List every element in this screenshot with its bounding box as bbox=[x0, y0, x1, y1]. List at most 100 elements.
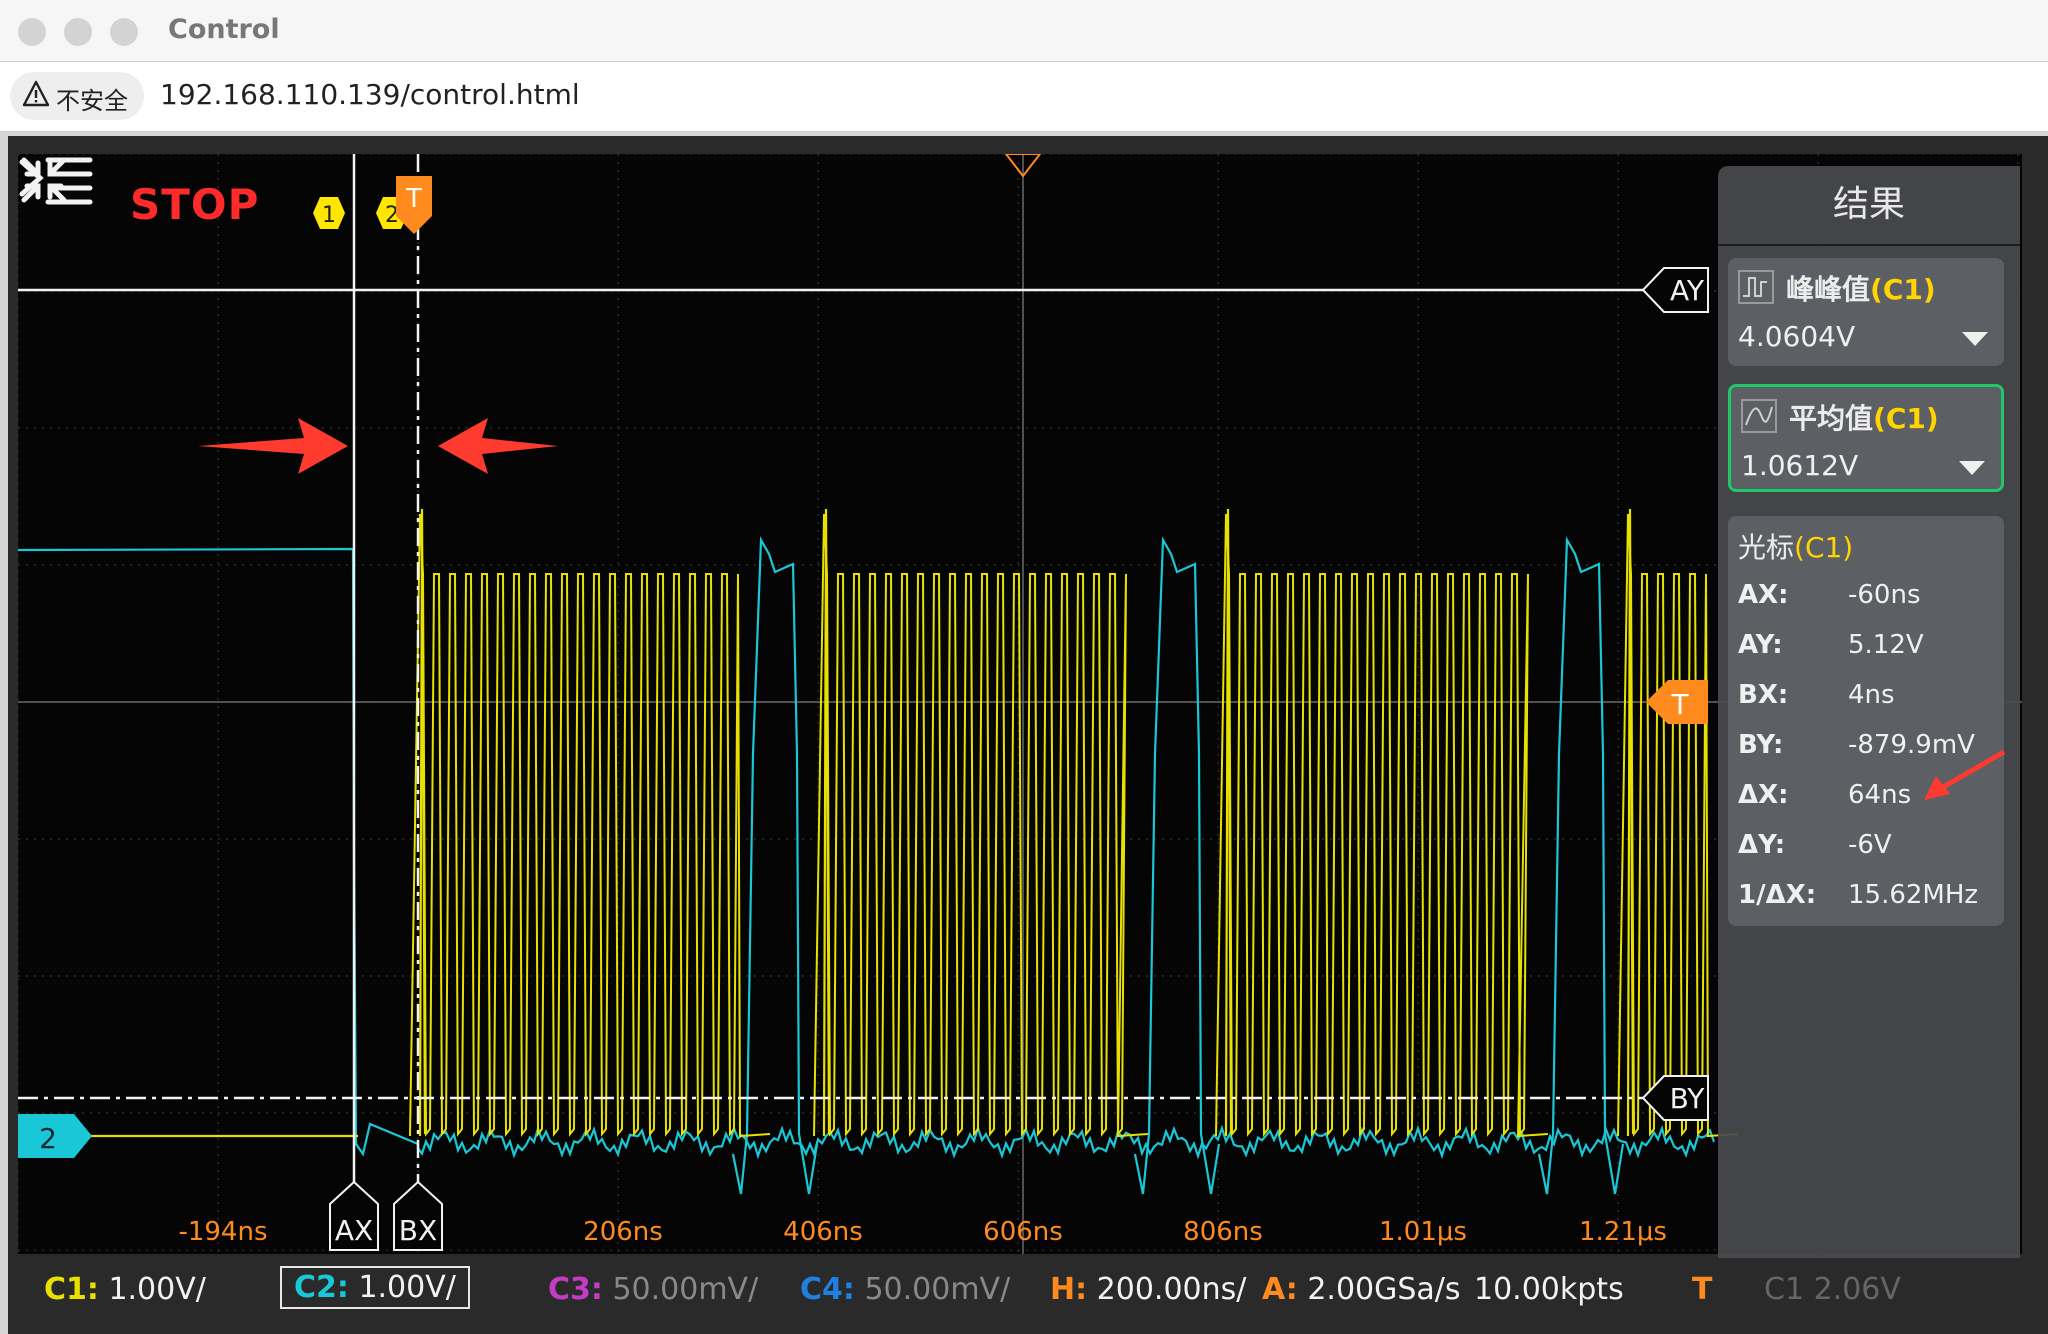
ch4-scale[interactable]: C4: 50.00mV/ bbox=[800, 1272, 1010, 1307]
annotation-arrow-icon bbox=[1924, 749, 2006, 800]
cursor-value: 5.12V bbox=[1848, 630, 1924, 660]
cursor-title: 光标(C1) bbox=[1738, 526, 1853, 566]
run-status-label[interactable]: STOP bbox=[130, 180, 259, 229]
cursor-channel: (C1) bbox=[1794, 531, 1854, 564]
horizontal-scale[interactable]: H: 200.00ns/ bbox=[1050, 1272, 1246, 1307]
channel-1-burst bbox=[409, 513, 771, 1138]
waveform-screen[interactable]: AX BX AY BY T 2 1 2 T -194ns 206ns 406ns 606ns 806ns 1… bbox=[18, 154, 2022, 1284]
time-tick-label: -194ns bbox=[178, 1217, 267, 1247]
measure-value: 4.0604V bbox=[1738, 320, 1856, 353]
cursor-ax-tag: AX bbox=[335, 1214, 373, 1247]
measure-channel: (C1) bbox=[1870, 273, 1936, 306]
trigger-level-tag: T bbox=[1670, 688, 1689, 721]
time-tick-label: 806ns bbox=[1183, 1217, 1263, 1247]
horizontal-key: H: bbox=[1050, 1272, 1088, 1307]
minimize-window-button[interactable] bbox=[64, 18, 92, 46]
results-panel: 结果 峰峰值(C1) 4.0604V 平均值(C1) 1.0612V 光标(C1… bbox=[1718, 166, 2020, 1284]
chevron-down-icon[interactable] bbox=[1959, 461, 1985, 475]
horizontal-value: 200.00ns/ bbox=[1096, 1272, 1247, 1307]
ch3-key: C3: bbox=[548, 1272, 603, 1307]
cursor-value: -6V bbox=[1848, 830, 1892, 860]
ch1-key: C1: bbox=[44, 1272, 99, 1307]
channel-1-spike bbox=[418, 508, 427, 1137]
channel-2-ground-tag: 2 bbox=[39, 1122, 57, 1155]
menu-expand-icon[interactable] bbox=[18, 154, 94, 208]
cursor-value: 15.62MHz bbox=[1848, 880, 1979, 910]
measure-card-average[interactable]: 平均值(C1) 1.0612V bbox=[1728, 384, 2004, 492]
close-window-button[interactable] bbox=[18, 18, 46, 46]
measure-card-peak-to-peak[interactable]: 峰峰值(C1) 4.0604V bbox=[1728, 258, 2004, 366]
ch2-value: 1.00V/ bbox=[358, 1270, 456, 1305]
cursor-key: 1/ΔX: bbox=[1738, 880, 1817, 910]
time-tick-label: 206ns bbox=[583, 1217, 663, 1247]
acquisition-value: 2.00GSa/s bbox=[1307, 1272, 1461, 1307]
zoom-window-button[interactable] bbox=[110, 18, 138, 46]
cursor-row-ay: AY: 5.12V bbox=[1738, 630, 1998, 670]
security-warning-pill[interactable]: 不安全 bbox=[10, 72, 144, 120]
ch4-value: 50.00mV/ bbox=[864, 1272, 1011, 1307]
channel-2-spike bbox=[731, 536, 819, 1195]
ch1-value: 1.00V/ bbox=[108, 1272, 206, 1307]
channel-1-spike bbox=[822, 508, 831, 1137]
ch3-value: 50.00mV/ bbox=[612, 1272, 759, 1307]
cursor-key: ΔY: bbox=[1738, 830, 1786, 860]
measure-label-main: 峰峰值 bbox=[1786, 273, 1871, 306]
average-icon bbox=[1741, 399, 1777, 433]
oscilloscope-panel: AX BX AY BY T 2 1 2 T -194ns 206ns 406ns 606ns 806ns 1… bbox=[8, 136, 2048, 1334]
time-tick-label: 606ns bbox=[983, 1217, 1063, 1247]
cursor-by-tag: BY bbox=[1670, 1082, 1706, 1115]
acquisition-rate[interactable]: A: 2.00GSa/s bbox=[1262, 1272, 1461, 1307]
cursor-ay-tag: AY bbox=[1670, 274, 1705, 307]
cursor-bx-tag: BX bbox=[399, 1214, 437, 1247]
cursor-value: 4ns bbox=[1848, 680, 1895, 710]
channel-1-burst bbox=[1215, 513, 1549, 1138]
cursor-row-dy: ΔY: -6V bbox=[1738, 830, 1998, 870]
window-title: Control bbox=[168, 14, 280, 45]
time-tick-label: 406ns bbox=[783, 1217, 863, 1247]
results-title: 结果 bbox=[1718, 166, 2020, 246]
cursor-row-bx: BX: 4ns bbox=[1738, 680, 1998, 720]
warning-triangle-icon bbox=[22, 80, 50, 107]
cursor-value: -60ns bbox=[1848, 580, 1921, 610]
trigger-key[interactable]: T bbox=[1692, 1272, 1712, 1307]
measure-channel: (C1) bbox=[1873, 402, 1939, 435]
ch3-scale[interactable]: C3: 50.00mV/ bbox=[548, 1272, 758, 1307]
measure-label-main: 平均值 bbox=[1789, 402, 1874, 435]
annotation-arrow-left bbox=[438, 418, 558, 474]
chevron-down-icon[interactable] bbox=[1962, 332, 1988, 346]
cursor-title-main: 光标 bbox=[1738, 531, 1795, 564]
window-titlebar: Control bbox=[0, 0, 2048, 62]
cursor-key: BX: bbox=[1738, 680, 1789, 710]
ch1-scale[interactable]: C1: 1.00V/ bbox=[44, 1272, 206, 1307]
acquisition-key: A: bbox=[1262, 1272, 1298, 1307]
peak-to-peak-icon bbox=[1738, 270, 1774, 304]
trigger-time-marker: T bbox=[405, 184, 422, 214]
cursor-key: AX: bbox=[1738, 580, 1789, 610]
cursor-key: ΔX: bbox=[1738, 780, 1789, 810]
channel-1-marker: 1 bbox=[322, 203, 336, 228]
memory-depth: 10.00kpts bbox=[1474, 1272, 1624, 1307]
time-tick-label: 1.21μs bbox=[1579, 1217, 1667, 1247]
channel-1-spike bbox=[1626, 508, 1635, 1137]
cursor-key: AY: bbox=[1738, 630, 1783, 660]
measure-label: 平均值(C1) bbox=[1789, 397, 1939, 437]
cursor-row-inv-dx: 1/ΔX: 15.62MHz bbox=[1738, 880, 1998, 920]
cursor-value: 64ns bbox=[1848, 780, 1912, 810]
ch2-scale[interactable]: C2: 1.00V/ bbox=[280, 1266, 470, 1309]
cursor-key: BY: bbox=[1738, 730, 1784, 760]
channel-2-spike bbox=[1133, 536, 1221, 1195]
time-tick-label: 1.01μs bbox=[1379, 1217, 1467, 1247]
address-bar: 不安全 192.168.110.139/control.html bbox=[0, 62, 2048, 132]
ch4-key: C4: bbox=[800, 1272, 855, 1307]
cursor-card[interactable]: 光标(C1) AX: -60ns AY: 5.12V BX: 4ns BY: -879.… bbox=[1728, 516, 2006, 926]
measure-label: 峰峰值(C1) bbox=[1786, 268, 1936, 308]
cursor-row-ax: AX: -60ns bbox=[1738, 580, 1998, 620]
annotation-arrow-right bbox=[198, 418, 348, 474]
trigger-info: C1 2.06V bbox=[1764, 1272, 1901, 1307]
url-field[interactable]: 192.168.110.139/control.html bbox=[160, 78, 580, 111]
measure-value: 1.0612V bbox=[1741, 449, 1859, 482]
settings-bar: C1: 1.00V/ C2: 1.00V/ C3: 50.00mV/ C4: 5… bbox=[18, 1258, 2038, 1328]
ch2-key: C2: bbox=[294, 1270, 349, 1305]
channel-1-spike bbox=[1224, 508, 1233, 1137]
channel-2-spike bbox=[1537, 536, 1625, 1195]
